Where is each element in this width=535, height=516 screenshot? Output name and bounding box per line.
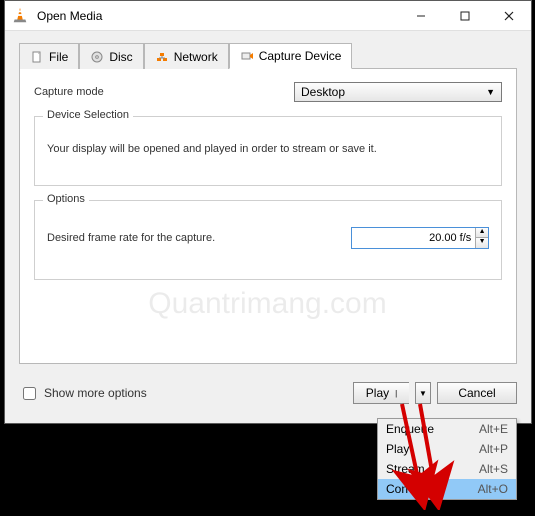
minimize-button[interactable] <box>399 1 443 31</box>
tab-capture-device[interactable]: Capture Device <box>229 43 353 69</box>
tab-network-label: Network <box>174 50 218 64</box>
close-button[interactable] <box>487 1 531 31</box>
options-group: Options Desired frame rate for the captu… <box>34 200 502 280</box>
capture-mode-dropdown[interactable]: Desktop ▼ <box>294 82 502 102</box>
frame-rate-input[interactable] <box>352 230 476 246</box>
play-button-label: Play <box>366 386 389 400</box>
show-more-checkbox-input[interactable] <box>23 387 36 400</box>
maximize-button[interactable] <box>443 1 487 31</box>
menu-item-enqueue[interactable]: Enqueue Alt+E <box>378 419 516 439</box>
frame-rate-label: Desired frame rate for the capture. <box>47 232 351 244</box>
menu-item-play[interactable]: Play Alt+P <box>378 439 516 459</box>
capture-mode-value: Desktop <box>301 85 345 99</box>
capture-mode-label: Capture mode <box>34 86 294 98</box>
frame-rate-spinner[interactable]: ▲ ▼ <box>351 227 489 249</box>
options-title: Options <box>43 193 89 205</box>
play-button[interactable]: Play | <box>353 382 409 404</box>
spin-up-button[interactable]: ▲ <box>476 228 488 238</box>
tab-file-label: File <box>49 50 68 64</box>
separator: | <box>395 389 397 398</box>
play-dropdown-menu: Enqueue Alt+E Play Alt+P Stream Alt+S Co… <box>377 418 517 500</box>
tab-network[interactable]: Network <box>144 43 229 69</box>
device-selection-group: Device Selection Your display will be op… <box>34 116 502 186</box>
show-more-options-checkbox[interactable]: Show more options <box>19 384 147 403</box>
cancel-button[interactable]: Cancel <box>437 382 517 404</box>
dialog-footer: Show more options Play | ▼ Cancel <box>5 374 531 414</box>
tab-disc-label: Disc <box>109 50 132 64</box>
chevron-down-icon: ▼ <box>419 389 427 398</box>
tab-disc[interactable]: Disc <box>79 43 143 69</box>
chevron-down-icon: ▼ <box>486 87 495 97</box>
spin-down-button[interactable]: ▼ <box>476 238 488 248</box>
tab-bar: File Disc Network Capture Device <box>19 42 517 69</box>
cancel-button-label: Cancel <box>458 386 495 400</box>
disc-icon <box>90 50 104 64</box>
tab-file[interactable]: File <box>19 43 79 69</box>
capture-mode-row: Capture mode Desktop ▼ <box>34 82 502 102</box>
menu-item-stream[interactable]: Stream Alt+S <box>378 459 516 479</box>
network-icon <box>155 50 169 64</box>
capture-icon <box>240 49 254 63</box>
tab-capture-label: Capture Device <box>259 49 342 63</box>
window-title: Open Media <box>37 9 399 23</box>
play-dropdown-button[interactable]: ▼ <box>415 382 431 404</box>
frame-rate-row: Desired frame rate for the capture. ▲ ▼ <box>47 215 489 261</box>
dialog-content: File Disc Network Capture Device <box>5 31 531 374</box>
titlebar: Open Media <box>5 1 531 31</box>
device-selection-text: Your display will be opened and played i… <box>47 131 489 167</box>
menu-item-convert[interactable]: Convert Alt+O <box>378 479 516 499</box>
play-split-button: Play | ▼ <box>347 382 431 404</box>
tab-panel-capture: Capture mode Desktop ▼ Device Selection … <box>19 68 517 364</box>
vlc-icon <box>11 6 31 26</box>
show-more-label: Show more options <box>44 386 147 400</box>
device-selection-title: Device Selection <box>43 109 133 121</box>
spinner-buttons: ▲ ▼ <box>475 228 488 248</box>
open-media-dialog: Open Media File Disc <box>4 0 532 424</box>
file-icon <box>30 50 44 64</box>
